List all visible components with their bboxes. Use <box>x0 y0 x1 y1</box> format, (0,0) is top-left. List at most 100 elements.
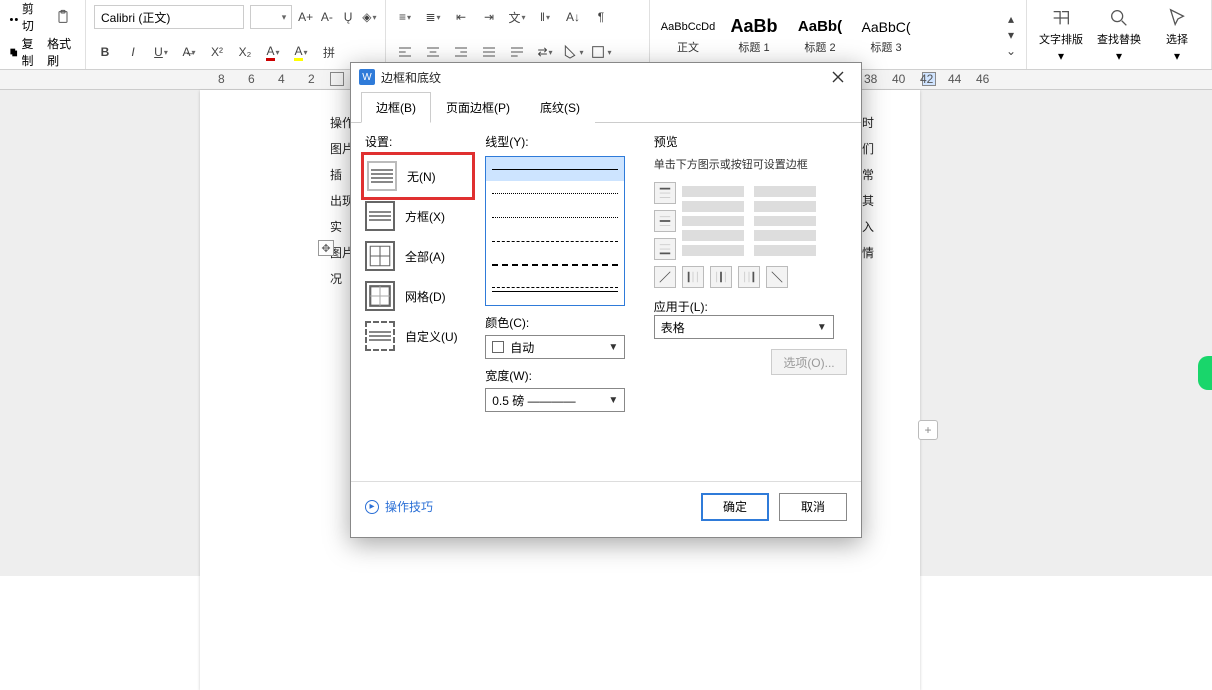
font-size-input[interactable] <box>251 6 277 28</box>
ok-button[interactable]: 确定 <box>701 493 769 521</box>
preview-top-border-button[interactable] <box>654 182 676 204</box>
color-combo[interactable]: 自动▼ <box>485 335 625 359</box>
style-sample[interactable]: AaBb(标题 2 <box>790 15 850 55</box>
shading-button[interactable]: ▾ <box>562 41 584 63</box>
find-replace-button[interactable]: 查找替换▾ <box>1093 7 1145 63</box>
underline-button[interactable]: U▾ <box>150 41 172 63</box>
tab-shading[interactable]: 底纹(S) <box>525 92 595 123</box>
change-case-button[interactable]: Ų <box>341 6 356 28</box>
tab-stop-icon[interactable] <box>330 72 344 86</box>
style-scroll[interactable]: ▴▾⌄ <box>1004 12 1018 58</box>
font-size-combo[interactable]: ▾ <box>250 5 292 29</box>
preview-canvas[interactable] <box>682 182 816 260</box>
preview-left-border-button[interactable] <box>682 266 704 288</box>
line-style-option[interactable] <box>486 229 624 253</box>
increase-font-button[interactable]: A+ <box>298 6 313 28</box>
ruler-mark: 46 <box>976 72 989 86</box>
preview-diag2-button[interactable] <box>766 266 788 288</box>
setting-all[interactable]: 全部(A) <box>365 236 471 276</box>
text-direction-button[interactable]: 文▾ <box>506 6 528 28</box>
tab-border[interactable]: 边框(B) <box>361 92 431 123</box>
decrease-font-button[interactable]: A- <box>319 6 334 28</box>
style-sample[interactable]: AaBbC(标题 3 <box>856 15 916 55</box>
tab-page-border[interactable]: 页面边框(P) <box>431 92 525 123</box>
preview-hint: 单击下方图示或按钮可设置边框 <box>654 156 847 172</box>
preview-vmiddle-border-button[interactable] <box>710 266 732 288</box>
strikethrough-button[interactable]: A̶▾ <box>178 41 200 63</box>
setting-box[interactable]: 方框(X) <box>365 196 471 236</box>
dialog-titlebar[interactable]: W 边框和底纹 <box>351 63 861 91</box>
superscript-button[interactable]: X² <box>206 41 228 63</box>
style-sample[interactable]: AaBbCcDd正文 <box>658 15 718 55</box>
tips-link[interactable]: ▸操作技巧 <box>365 498 433 515</box>
text-layout-button[interactable]: 文字排版▾ <box>1035 7 1087 63</box>
align-left-button[interactable] <box>394 41 416 63</box>
style-gallery[interactable]: AaBbCcDd正文AaBb标题 1AaBb(标题 2AaBbC(标题 3 <box>658 15 916 55</box>
play-icon: ▸ <box>365 500 379 514</box>
subscript-button[interactable]: X₂ <box>234 41 256 63</box>
clear-format-button[interactable]: ◈▾ <box>362 6 377 28</box>
distribute-button[interactable] <box>506 41 528 63</box>
setting-none[interactable]: 无(N) <box>365 156 471 196</box>
table-move-handle[interactable]: ✥ <box>318 240 334 256</box>
apply-to-combo[interactable]: 表格▼ <box>654 315 834 339</box>
decrease-indent-button[interactable]: ⇤ <box>450 6 472 28</box>
line-spacing-button[interactable]: ‖▾ <box>534 6 556 28</box>
side-panel-toggle[interactable] <box>1198 356 1212 390</box>
width-combo[interactable]: 0.5 磅 ————▼ <box>485 388 625 412</box>
phonetic-button[interactable]: 拼 <box>318 41 340 63</box>
font-color-button[interactable]: A▾ <box>262 41 284 63</box>
table-add-button[interactable]: + <box>918 420 938 440</box>
increase-indent-button[interactable]: ⇥ <box>478 6 500 28</box>
font-name-input[interactable] <box>95 6 262 28</box>
preview-diag1-button[interactable] <box>654 266 676 288</box>
close-button[interactable] <box>823 65 853 89</box>
show-marks-button[interactable]: ¶ <box>590 6 612 28</box>
bullets-button[interactable]: ≡▾ <box>394 6 416 28</box>
sort-button[interactable]: A↓ <box>562 6 584 28</box>
font-name-combo[interactable]: ▾ <box>94 5 244 29</box>
settings-label: 设置: <box>365 133 471 150</box>
align-center-button[interactable] <box>422 41 444 63</box>
borders-button[interactable]: ▾ <box>590 41 612 63</box>
color-label: 颜色(C): <box>485 314 640 331</box>
preview-right-border-button[interactable] <box>738 266 760 288</box>
cancel-button[interactable]: 取消 <box>779 493 847 521</box>
setting-grid[interactable]: 网格(D) <box>365 276 471 316</box>
line-style-option[interactable] <box>486 181 624 205</box>
line-style-option[interactable] <box>486 277 624 301</box>
borders-shading-dialog: W 边框和底纹 边框(B) 页面边框(P) 底纹(S) 设置: 无(N) 方框(… <box>350 62 862 538</box>
bold-button[interactable]: B <box>94 41 116 63</box>
italic-button[interactable]: I <box>122 41 144 63</box>
line-style-list[interactable] <box>485 156 625 306</box>
width-label: 宽度(W): <box>485 367 640 384</box>
tab-button[interactable]: ⇄▾ <box>534 41 556 63</box>
paste-button[interactable] <box>48 6 77 28</box>
preview-bottom-border-button[interactable] <box>654 238 676 260</box>
setting-custom[interactable]: 自定义(U) <box>365 316 471 356</box>
highlight-button[interactable]: A▾ <box>290 41 312 63</box>
align-right-button[interactable] <box>450 41 472 63</box>
line-style-option[interactable] <box>486 205 624 229</box>
page-text-right: 时们常其入情 <box>862 110 874 266</box>
styles-group: AaBbCcDd正文AaBb标题 1AaBb(标题 2AaBbC(标题 3 ▴▾… <box>650 0 1027 69</box>
cut-button[interactable]: 剪切 <box>8 0 42 34</box>
select-button[interactable]: 选择▾ <box>1151 7 1203 63</box>
font-group: ▾ ▾ A+ A- Ų ◈▾ B I U▾ A̶▾ X² X₂ A▾ A▾ 拼 <box>86 0 386 69</box>
line-style-option[interactable] <box>486 301 624 306</box>
justify-button[interactable] <box>478 41 500 63</box>
style-sample[interactable]: AaBb标题 1 <box>724 15 784 55</box>
line-style-option[interactable] <box>486 253 624 277</box>
copy-button[interactable]: 复制 <box>8 35 41 69</box>
format-painter-button[interactable]: 格式刷 <box>47 35 77 69</box>
editing-group: 文字排版▾ 查找替换▾ 选择▾ <box>1027 0 1212 69</box>
app-icon: W <box>359 69 375 85</box>
line-style-option[interactable] <box>486 157 624 181</box>
chevron-down-icon[interactable]: ▾ <box>277 12 291 23</box>
ruler-mark: 40 <box>892 72 905 86</box>
line-column: 线型(Y): 颜色(C): 自动▼ 宽度(W): 0.5 磅 ————▼ <box>485 133 640 471</box>
chevron-down-icon: ▼ <box>608 395 618 406</box>
preview-hmiddle-border-button[interactable] <box>654 210 676 232</box>
numbering-button[interactable]: ≣▾ <box>422 6 444 28</box>
color-swatch-icon <box>492 341 504 353</box>
